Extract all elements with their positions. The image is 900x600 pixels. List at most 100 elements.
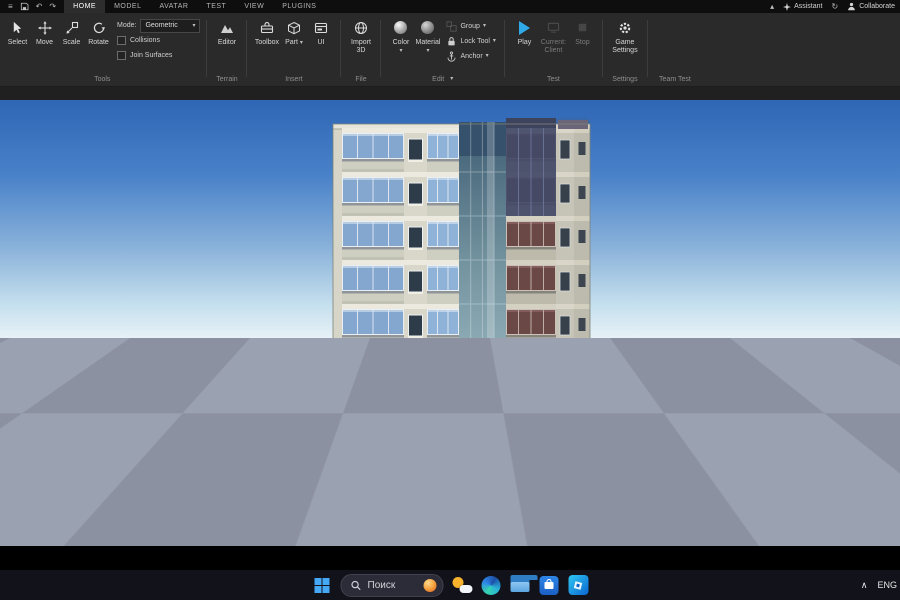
store-bag-icon bbox=[539, 575, 559, 595]
tab-plugins[interactable]: PLUGINS bbox=[273, 0, 325, 13]
stop-icon bbox=[576, 18, 589, 37]
material-sphere-icon bbox=[421, 21, 435, 34]
save-icon[interactable] bbox=[20, 2, 29, 11]
terrain-editor-button[interactable]: Editor bbox=[213, 15, 240, 47]
ribbon-separator bbox=[246, 20, 248, 77]
titlebar: ≡ ↶ ↷ HOME MODEL AVATAR TEST VIEW PLUGIN… bbox=[0, 0, 900, 13]
move-icon bbox=[37, 18, 52, 37]
undo-icon[interactable]: ↶ bbox=[36, 0, 43, 13]
ui-icon bbox=[314, 18, 328, 37]
mode-select[interactable]: Geometric ▾ bbox=[140, 18, 201, 33]
person-icon bbox=[848, 2, 856, 11]
lock-tool-button[interactable]: Lock Tool ▾ bbox=[444, 34, 497, 48]
play-icon bbox=[518, 20, 530, 35]
windows-taskbar: Поиск ∧ ENG bbox=[0, 570, 900, 600]
tab-model[interactable]: MODEL bbox=[105, 0, 150, 13]
collisions-checkbox[interactable]: Collisions bbox=[117, 34, 200, 47]
material-button[interactable]: Material ▾ bbox=[414, 15, 441, 55]
ui-button[interactable]: UI bbox=[307, 15, 334, 47]
ribbon-separator bbox=[380, 20, 382, 77]
ribbon-separator bbox=[206, 20, 208, 77]
part-button[interactable]: Part ▾ bbox=[280, 15, 307, 47]
tab-home[interactable]: HOME bbox=[64, 0, 106, 13]
edit-group-label: Edit ▾ bbox=[432, 76, 454, 83]
ribbon-tabs: HOME MODEL AVATAR TEST VIEW PLUGINS bbox=[64, 0, 325, 13]
redo-icon[interactable]: ↷ bbox=[49, 0, 56, 13]
assistant-button[interactable]: Assistant bbox=[783, 2, 823, 11]
ribbon-group-insert: Toolbox Part ▾ UI Insert bbox=[250, 13, 337, 86]
file-explorer-button[interactable] bbox=[510, 575, 538, 596]
3d-viewport[interactable] bbox=[0, 100, 900, 546]
windows-logo-icon bbox=[314, 577, 330, 593]
toolbox-icon bbox=[260, 18, 274, 37]
lock-icon bbox=[448, 36, 456, 45]
move-tool-button[interactable]: Move bbox=[31, 15, 58, 47]
edge-browser-button[interactable] bbox=[481, 575, 502, 596]
insert-group-label: Insert bbox=[285, 76, 303, 83]
file-group-label: File bbox=[355, 76, 367, 83]
anchor-button[interactable]: Anchor ▾ bbox=[444, 49, 497, 63]
color-button[interactable]: Color ▾ bbox=[387, 15, 414, 55]
anchor-icon bbox=[448, 51, 456, 62]
roblox-studio-button[interactable] bbox=[568, 575, 589, 596]
ribbon-separator bbox=[646, 20, 648, 77]
microsoft-store-button[interactable] bbox=[539, 575, 560, 596]
client-monitor-icon bbox=[547, 18, 560, 37]
ribbon: Select Move Scale Rotate Mode: Geometric… bbox=[0, 13, 900, 87]
cloud-icon bbox=[459, 584, 473, 593]
quick-access-toolbar: ≡ ↶ ↷ bbox=[0, 0, 64, 13]
dialog-launcher-icon[interactable]: ▾ bbox=[450, 76, 453, 83]
app-menu-icon[interactable]: ≡ bbox=[8, 0, 13, 13]
join-surfaces-checkbox[interactable]: Join Surfaces bbox=[117, 49, 200, 62]
widgets-weather-button[interactable] bbox=[452, 575, 473, 596]
folder-icon bbox=[510, 575, 538, 592]
play-button[interactable]: Play bbox=[511, 15, 538, 47]
color-wheel-icon bbox=[394, 21, 408, 34]
toolbox-button[interactable]: Toolbox bbox=[253, 15, 280, 47]
collaborate-label: Collaborate bbox=[859, 3, 895, 10]
terrain-group-label: Terrain bbox=[216, 76, 238, 83]
ribbon-group-settings: Game Settings Settings bbox=[606, 13, 644, 86]
gear-icon bbox=[618, 18, 632, 37]
group-button: Group ▾ bbox=[444, 19, 497, 33]
ribbon-separator bbox=[340, 20, 342, 77]
rotate-icon bbox=[92, 18, 106, 37]
part-cube-icon bbox=[287, 18, 301, 37]
settings-group-label: Settings bbox=[612, 76, 638, 83]
start-button[interactable] bbox=[312, 575, 333, 596]
viewport-dock-strip bbox=[0, 87, 900, 100]
ribbon-separator bbox=[503, 20, 505, 77]
checkbox-icon bbox=[117, 51, 126, 60]
ribbon-group-tools: Select Move Scale Rotate Mode: Geometric… bbox=[1, 13, 203, 86]
roblox-studio-icon bbox=[568, 575, 588, 595]
search-placeholder: Поиск bbox=[367, 579, 396, 591]
tab-test[interactable]: TEST bbox=[197, 0, 235, 13]
taskbar-search[interactable]: Поиск bbox=[340, 573, 444, 597]
ribbon-group-terrain: Editor Terrain bbox=[210, 13, 243, 86]
import-3d-button[interactable]: Import 3D bbox=[347, 15, 374, 55]
taskbar-chevron-up-icon[interactable]: ∧ bbox=[861, 580, 868, 591]
collapse-ribbon-icon[interactable]: ▴ bbox=[770, 0, 774, 13]
mode-label: Mode: bbox=[117, 22, 137, 29]
globe-icon bbox=[354, 18, 368, 37]
scale-icon bbox=[65, 18, 79, 37]
titlebar-right: ▴ Assistant ↻ Collaborate bbox=[770, 0, 900, 13]
scale-tool-button[interactable]: Scale bbox=[58, 15, 85, 47]
tab-view[interactable]: VIEW bbox=[235, 0, 273, 13]
ribbon-group-test: Play Current: Client Stop Test bbox=[508, 13, 599, 86]
tools-group-label: Tools bbox=[94, 76, 111, 83]
search-highlight-icon bbox=[423, 578, 437, 592]
game-settings-button[interactable]: Game Settings bbox=[609, 15, 641, 55]
bottom-black-strip bbox=[0, 546, 900, 570]
ribbon-separator bbox=[601, 20, 603, 77]
horizon-haze bbox=[0, 338, 900, 448]
sync-icon[interactable]: ↻ bbox=[831, 0, 838, 13]
assistant-label: Assistant bbox=[794, 3, 823, 10]
collaborate-button[interactable]: Collaborate bbox=[847, 2, 895, 11]
select-tool-button[interactable]: Select bbox=[4, 15, 31, 47]
rotate-tool-button[interactable]: Rotate bbox=[85, 15, 112, 47]
test-group-label: Test bbox=[547, 76, 560, 83]
tab-avatar[interactable]: AVATAR bbox=[150, 0, 197, 13]
language-indicator[interactable]: ENG bbox=[877, 580, 897, 590]
team-test-group-label: Team Test bbox=[659, 76, 691, 83]
